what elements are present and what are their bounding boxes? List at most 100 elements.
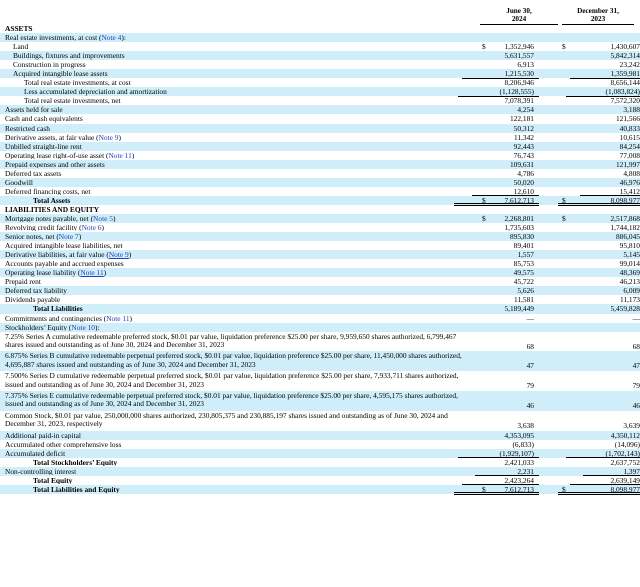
row-label-text: Stockholders’ Equity ( <box>5 322 72 331</box>
table-row: Real estate investments, at cost (Note 4… <box>0 33 640 43</box>
amount-value: 49,575 <box>513 268 534 278</box>
row-label: Commitments and contingencies (Note 11) <box>0 314 480 322</box>
note-link[interactable]: Note 7 <box>59 232 79 240</box>
amount-value: 95,810 <box>619 241 640 251</box>
amount-value: 99,014 <box>619 259 640 269</box>
amount-value: 2,517,868 <box>610 213 640 223</box>
row-label: 7.375% Series E cumulative redeemable pe… <box>0 391 480 409</box>
table-row: Total Equity 2,423,264 2,639,149 <box>0 475 640 486</box>
value-cell-june-2024: 109,631 <box>480 160 560 169</box>
row-label-text: Deferred financing costs, net <box>5 186 91 196</box>
row-label: Real estate investments, at cost (Note 4… <box>0 33 480 41</box>
amount-value: 886,045 <box>615 232 640 242</box>
row-label: Dividends payable <box>0 295 480 303</box>
table-row: Total Liabilities 5,189,449 5,459,828 <box>0 304 640 314</box>
amount-value: 85,753 <box>513 259 534 269</box>
amount-value: 8,098,977 <box>559 195 640 207</box>
table-row: Assets held for sale 4,254 3,188 <box>0 105 640 115</box>
note-link[interactable]: Note 4 <box>101 33 121 41</box>
row-label-text: Total Equity <box>33 475 73 485</box>
table-row: LIABILITIES AND EQUITY <box>0 205 640 214</box>
value-cell-june-2024: 46 <box>480 391 560 411</box>
note-link[interactable]: Note 10 <box>71 323 95 331</box>
statement-table: ASSETS Real estate investments, at cost (… <box>0 24 640 496</box>
row-label: Revolving credit facility (Note 6) <box>0 223 480 231</box>
note-link[interactable]: Note 9 <box>109 250 129 258</box>
row-label: Prepaid expenses and other assets <box>0 160 480 168</box>
value-cell-june-2024 <box>480 323 560 332</box>
value-cell-june-2024: 79 <box>480 371 560 391</box>
row-label: Deferred tax assets <box>0 169 480 177</box>
row-label-text: Acquired intangible lease assets <box>13 69 108 78</box>
amount-value: 7,612,713 <box>455 195 539 207</box>
row-label-text: Accumulated deficit <box>5 448 66 458</box>
amount-value: 68 <box>526 341 534 351</box>
table-row: Deferred financing costs, net 12,610 15,41… <box>0 186 640 197</box>
row-label: Operating lease liability (Note 11) <box>0 268 480 276</box>
value-cell-june-2024: 1,215,530 <box>463 69 560 80</box>
value-cell-december-2023: 121,997 <box>560 160 640 169</box>
value-cell-june-2024: 11,581 <box>471 295 560 306</box>
row-label: 6.875% Series B cumulative redeemable pe… <box>0 351 480 369</box>
amount-value: 11,173 <box>579 295 640 306</box>
note-link[interactable]: Note 9 <box>99 133 119 141</box>
row-label: Buildings, fixtures and improvements <box>0 51 480 59</box>
row-label: Derivative assets, at fair value (Note 9… <box>0 133 480 141</box>
note-link[interactable]: Note 6 <box>82 223 102 231</box>
value-cell-june-2024: 6,913 <box>480 60 560 69</box>
row-label-text: 7.25% Series A cumulative redeemable pre… <box>5 331 457 350</box>
row-label: Goodwill <box>0 178 480 186</box>
row-label-text: Total real estate investments, at cost <box>24 78 131 87</box>
value-cell-december-2023: 1,744,182 <box>560 223 640 232</box>
note-link[interactable]: Note 11 <box>108 151 131 159</box>
row-label-suffix: ) <box>131 150 135 160</box>
row-label-text: Land <box>13 42 29 51</box>
row-label-text: Commitments and contingencies ( <box>5 313 107 322</box>
amount-value: 10,615 <box>619 132 640 142</box>
row-label: Additional paid-in capital <box>0 431 480 439</box>
value-cell-june-2024: 4,786 <box>480 169 560 178</box>
value-cell-december-2023: 6,009 <box>560 286 640 295</box>
column-header-december-2023: December 31, 2023 <box>562 7 634 25</box>
value-cell-june-2024: 7,078,391 <box>480 96 560 105</box>
value-cell-june-2024: 50,020 <box>480 178 560 187</box>
value-cell-june-2024: 5,631,557 <box>480 51 560 60</box>
note-link[interactable]: Note 11 <box>106 314 129 322</box>
value-cell-december-2023: 8,656,144 <box>560 78 640 87</box>
row-label-text: Goodwill <box>5 177 33 187</box>
value-cell-december-2023: $8,098,977 <box>559 195 640 207</box>
table-row: Operating lease right-of-use asset (Note… <box>0 151 640 160</box>
table-row: Total Liabilities and Equity $7,612,713 $8… <box>0 484 640 496</box>
row-label: Unbilled straight-line rent <box>0 142 480 150</box>
value-cell-december-2023: 121,566 <box>560 114 640 123</box>
amount-value: (1,083,824) <box>566 87 640 98</box>
amount-value: 3,638 <box>517 420 534 430</box>
row-label-text: Total Liabilities <box>33 304 83 313</box>
value-cell-june-2024: 12,610 <box>470 187 560 197</box>
amount-value: 1,397 <box>584 466 640 477</box>
value-cell-june-2024: 4,353,095 <box>480 431 560 440</box>
value-cell-december-2023: 11,173 <box>560 295 640 306</box>
row-label-text: Revolving credit facility ( <box>5 223 82 232</box>
row-label: 7.500% Series D cumulative redeemable pe… <box>0 371 480 389</box>
amount-value: 2,637,752 <box>610 457 640 467</box>
row-label: Stockholders’ Equity (Note 10): <box>0 323 480 331</box>
row-label: Total Assets <box>0 196 480 204</box>
value-cell-june-2024: $7,612,713 <box>455 485 560 496</box>
table-row: Unbilled straight-line rent 92,443 84,254 <box>0 141 640 151</box>
value-cell-june-2024: 92,443 <box>480 142 560 151</box>
row-label: Assets held for sale <box>0 105 480 113</box>
value-cell-december-2023 <box>560 33 640 42</box>
currency-symbol: $ <box>482 42 486 52</box>
row-label: Restricted cash <box>0 124 480 132</box>
row-label: Construction in progress <box>0 60 480 68</box>
table-row: Less accumulated depreciation and amorti… <box>0 87 640 98</box>
amount-value: 895,830 <box>509 232 534 242</box>
value-cell-june-2024: 50,312 <box>480 124 560 133</box>
note-link[interactable]: Note 5 <box>93 214 113 222</box>
row-label-text: Total Assets <box>33 195 71 205</box>
value-cell-december-2023 <box>560 323 640 332</box>
note-link[interactable]: Note 11 <box>80 268 103 276</box>
value-cell-june-2024: (1,128,555) <box>458 87 560 98</box>
table-row: Non-controlling interest 2,231 1,397 <box>0 466 640 477</box>
